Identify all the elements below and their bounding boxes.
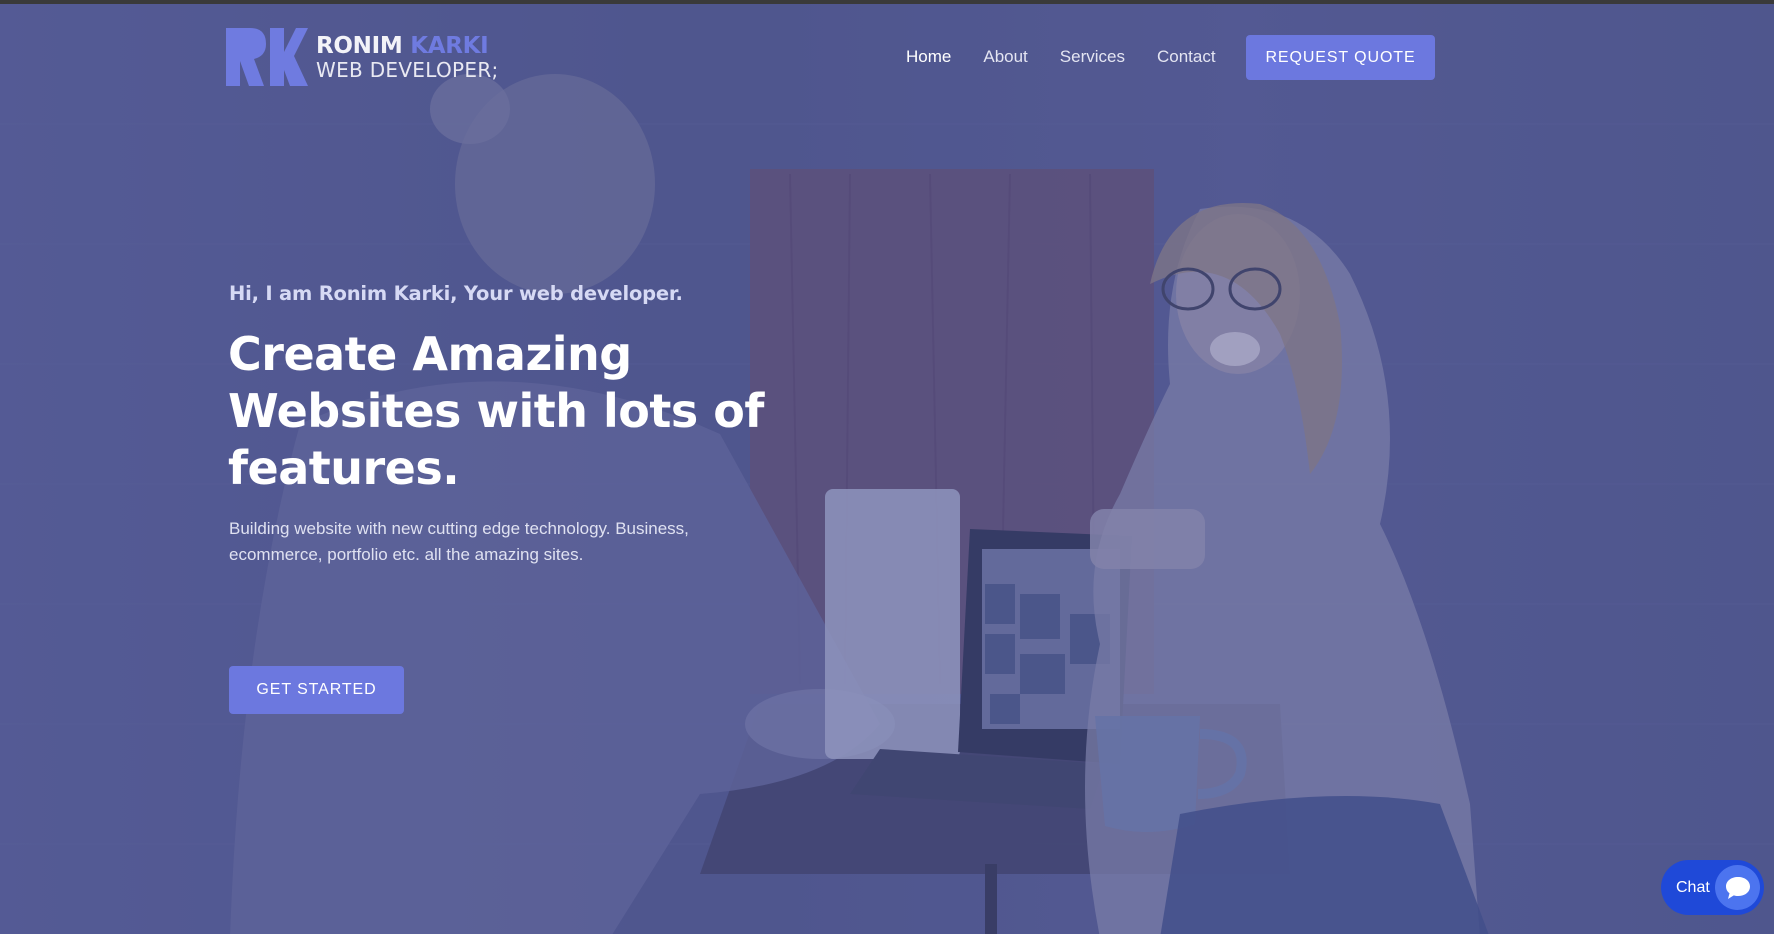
- site-logo[interactable]: RONIM KARKI WEB DEVELOPER;: [226, 28, 499, 86]
- hero-title: Create Amazing Websites with lots of fea…: [228, 327, 764, 495]
- request-quote-button[interactable]: REQUEST QUOTE: [1246, 35, 1435, 80]
- nav-home[interactable]: Home: [906, 47, 951, 67]
- nav-services[interactable]: Services: [1060, 47, 1125, 67]
- chat-label: Chat: [1676, 878, 1710, 896]
- main-nav: Home About Services Contact: [906, 47, 1216, 67]
- rk-monogram-icon: [226, 28, 308, 86]
- nav-contact[interactable]: Contact: [1157, 47, 1216, 67]
- get-started-button[interactable]: GET STARTED: [229, 666, 404, 714]
- logo-first-name: RONIM: [316, 32, 403, 59]
- hero-description: Building website with new cutting edge t…: [229, 519, 689, 564]
- logo-last-name: KARKI: [410, 32, 489, 59]
- logo-tagline: WEB DEVELOPER;: [316, 57, 499, 82]
- hero-greeting: Hi, I am Ronim Karki, Your web developer…: [229, 282, 683, 305]
- nav-about[interactable]: About: [983, 47, 1027, 67]
- chat-widget-button[interactable]: Chat: [1661, 860, 1764, 915]
- speech-bubble-icon: [1715, 865, 1760, 910]
